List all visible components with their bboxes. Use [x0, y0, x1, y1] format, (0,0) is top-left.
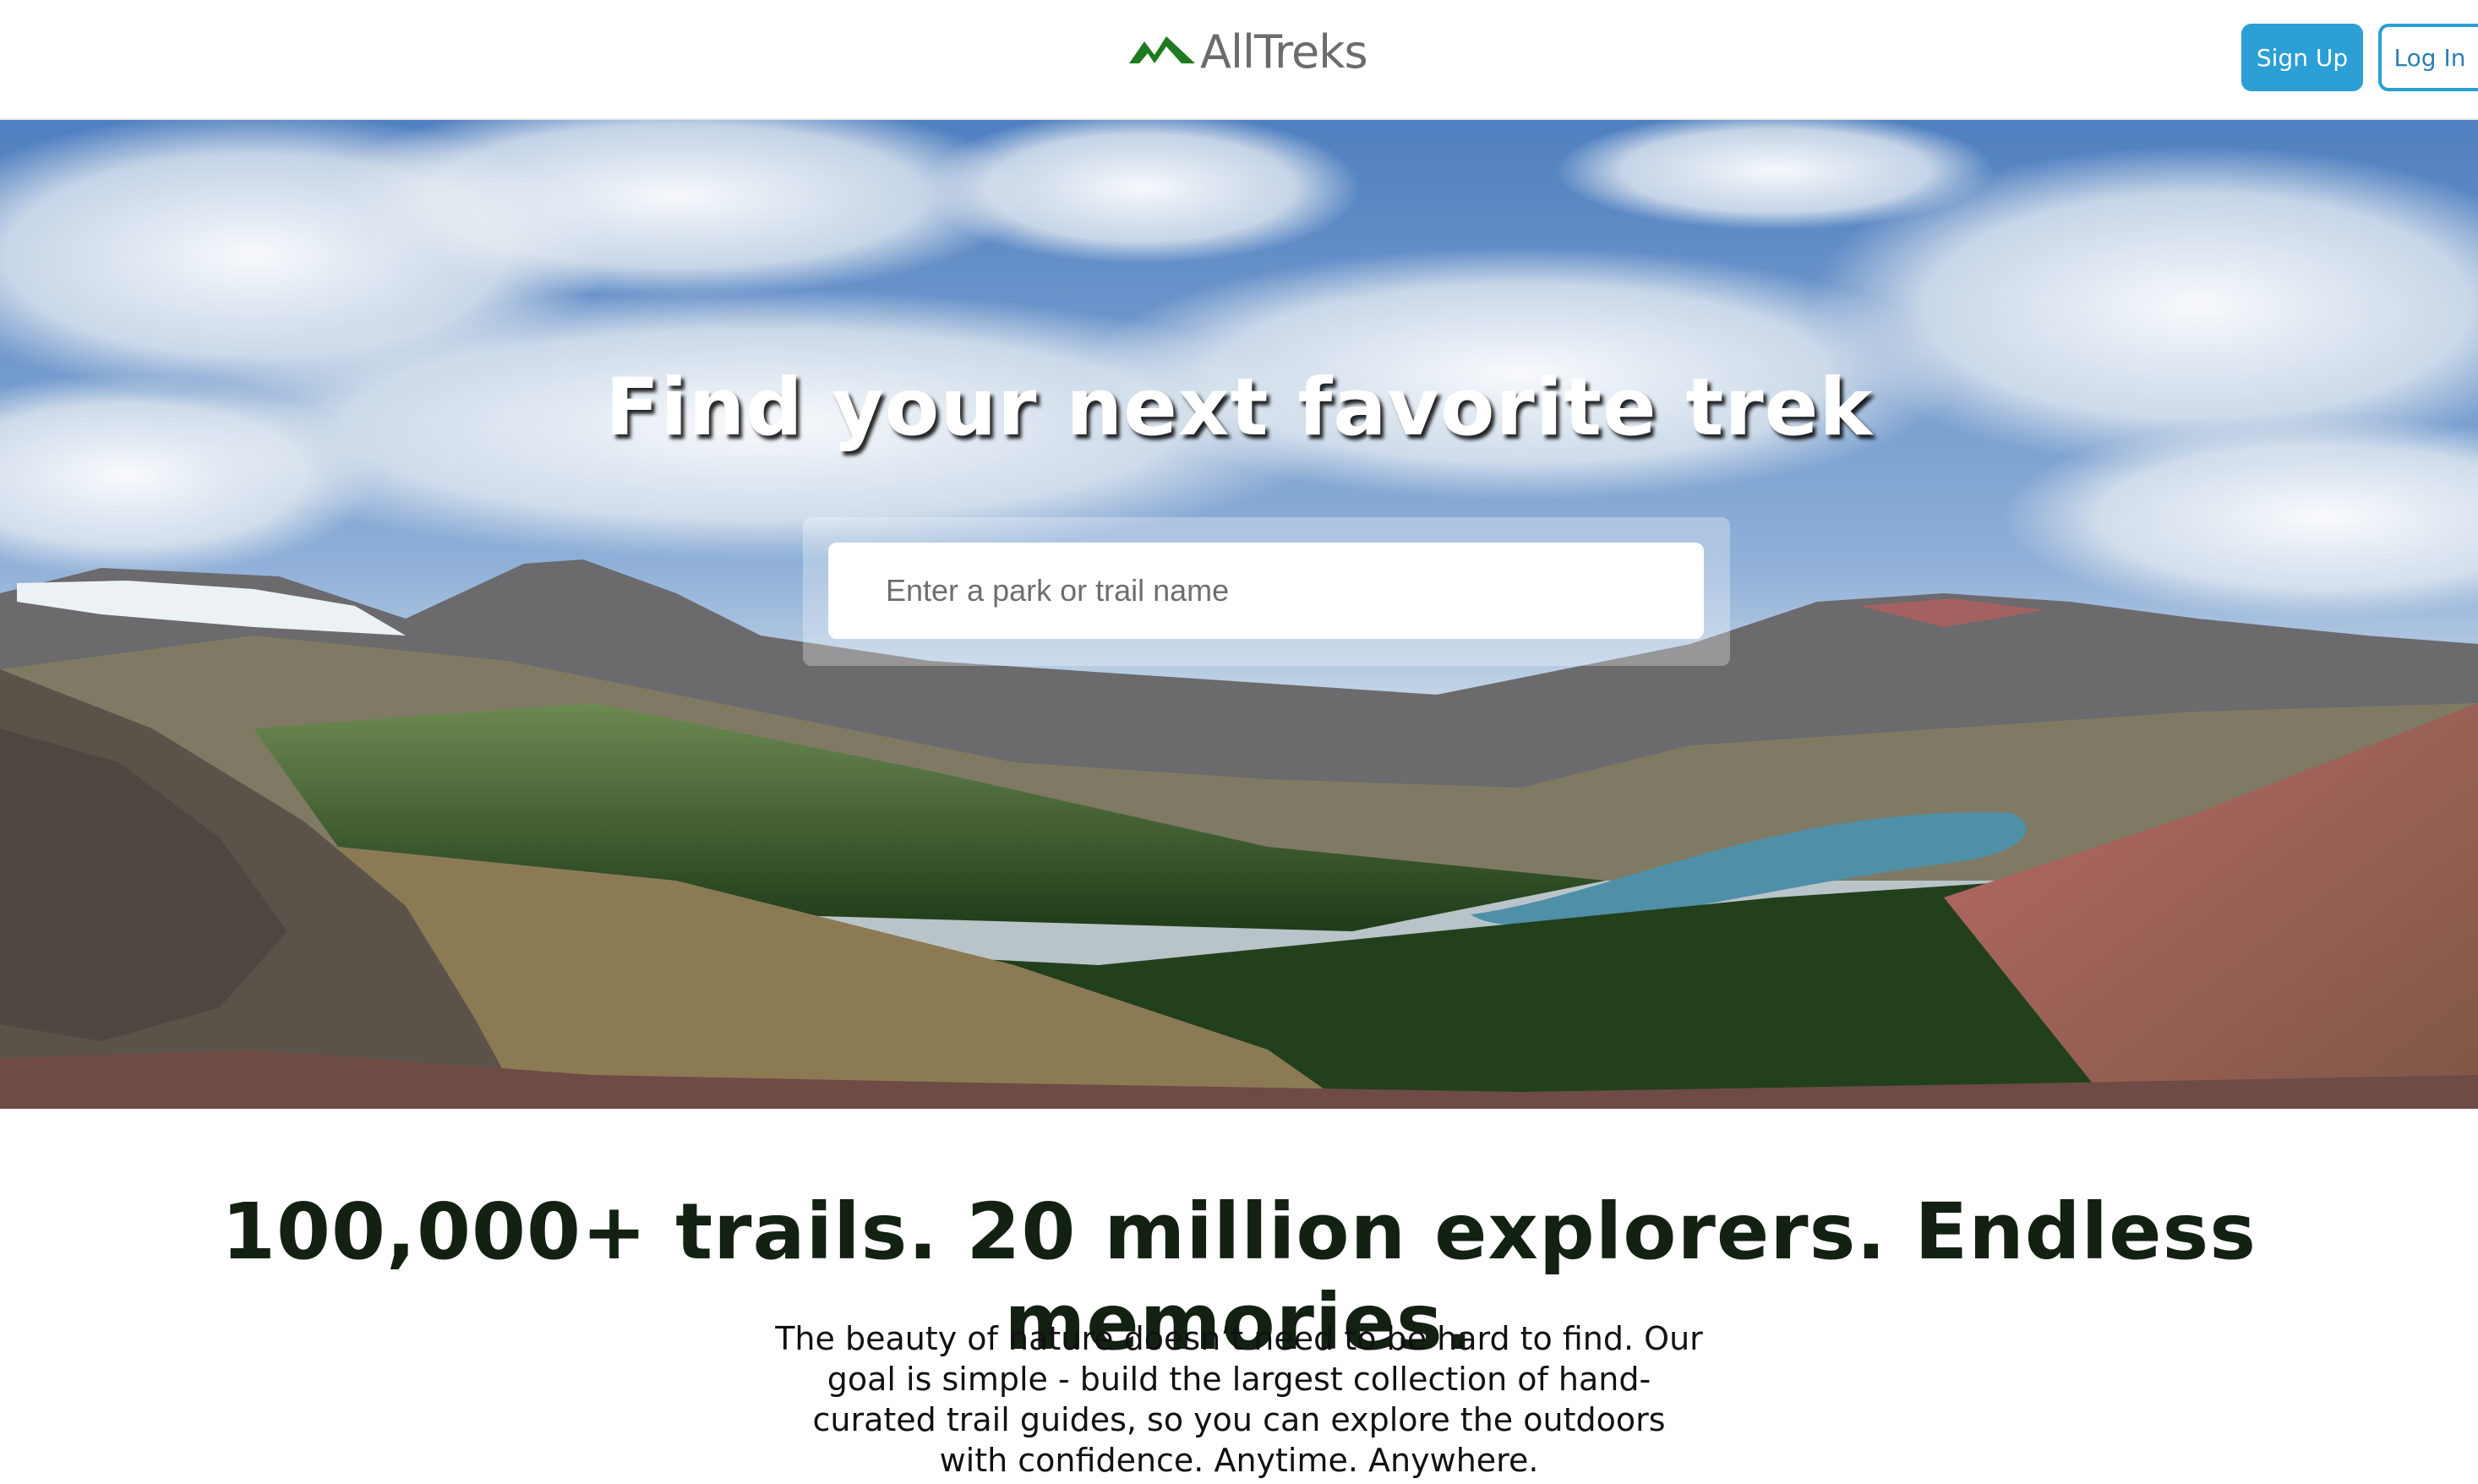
search-input[interactable]	[828, 543, 1704, 639]
mission-description: The beauty of nature doesn’t need to be …	[775, 1320, 1703, 1479]
brand-logo[interactable]: AllTreks	[1129, 20, 1368, 83]
log-in-button[interactable]: Log In	[2378, 24, 2478, 91]
mountain-icon	[1129, 36, 1195, 63]
hero-title: Find your next favorite trek	[605, 362, 1873, 454]
brand-name: AllTreks	[1200, 25, 1368, 79]
search-container	[803, 517, 1730, 666]
sign-up-button[interactable]: Sign Up	[2241, 24, 2363, 91]
hero-banner: Find your next favorite trek	[0, 120, 2478, 1109]
top-nav: AllTreks Sign Up Log In	[0, 0, 2478, 120]
